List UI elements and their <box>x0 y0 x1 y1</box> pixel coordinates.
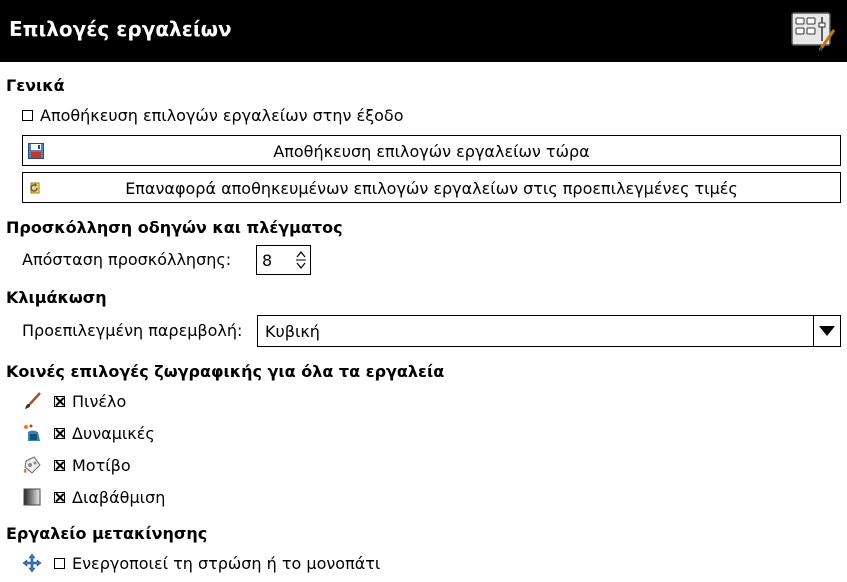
gradient-label: Διαβάθμιση <box>72 487 166 507</box>
reset-label: Επαναφορά αποθηκευμένων επιλογών εργαλεί… <box>125 179 738 198</box>
chevron-down-icon[interactable] <box>813 316 840 346</box>
paint-option-gradient-row[interactable]: Διαβάθμιση <box>22 487 165 507</box>
brush-checkbox[interactable] <box>54 395 65 407</box>
interpolation-label: Προεπιλεγμένη παρεμβολή: <box>22 321 243 340</box>
move-activate-label: Ενεργοποιεί τη στρώση ή το μονοπάτι <box>72 553 381 573</box>
brush-icon <box>25 392 41 409</box>
interpolation-select[interactable]: Κυβική <box>257 315 841 347</box>
reset-button[interactable]: Επαναφορά αποθηκευμένων επιλογών εργαλεί… <box>22 172 841 203</box>
section-move-tool-heading: Εργαλείο μετακίνησης <box>6 524 208 543</box>
spin-arrows-icon[interactable] <box>295 249 307 271</box>
save-on-exit-label: Αποθήκευση επιλογών εργαλείων στην έξοδο <box>40 106 404 125</box>
pattern-checkbox[interactable] <box>54 459 65 471</box>
gradient-checkbox[interactable] <box>54 491 65 503</box>
dynamics-checkbox[interactable] <box>54 427 65 439</box>
move-icon <box>22 553 42 573</box>
snap-distance-value[interactable]: 8 <box>262 251 272 270</box>
pattern-icon <box>23 456 41 474</box>
section-scaling-heading: Κλιμάκωση <box>6 288 107 307</box>
snap-distance-label: Απόσταση προσκόλλησης: <box>22 250 232 269</box>
section-general-heading: Γενικά <box>6 76 65 95</box>
snap-distance-row: Απόσταση προσκόλλησης: <box>22 250 231 269</box>
pattern-label: Μοτίβο <box>72 455 131 475</box>
paint-option-dynamics-row[interactable]: Δυναμικές <box>22 423 155 443</box>
interpolation-value: Κυβική <box>265 322 320 341</box>
header-bar: Επιλογές εργαλείων <box>0 0 847 62</box>
section-paint-options-heading: Κοινές επιλογές ζωγραφικής για όλα τα ερ… <box>6 362 445 381</box>
save-on-exit-row[interactable]: Αποθήκευση επιλογών εργαλείων στην έξοδο <box>22 106 404 125</box>
paint-option-brush-row[interactable]: Πινέλο <box>22 391 126 411</box>
section-snapping-heading: Προσκόλληση οδηγών και πλέγματος <box>6 218 343 237</box>
dynamics-icon <box>24 424 40 441</box>
tool-options-icon <box>791 12 836 52</box>
save-on-exit-checkbox[interactable] <box>22 110 33 121</box>
move-activate-row[interactable]: Ενεργοποιεί τη στρώση ή το μονοπάτι <box>22 553 380 573</box>
brush-label: Πινέλο <box>72 391 127 411</box>
save-now-label: Αποθήκευση επιλογών εργαλείων τώρα <box>273 142 590 161</box>
paint-option-pattern-row[interactable]: Μοτίβο <box>22 455 131 475</box>
move-activate-checkbox[interactable] <box>54 557 65 569</box>
interpolation-row: Προεπιλεγμένη παρεμβολή: <box>22 321 242 340</box>
gradient-icon <box>23 488 41 506</box>
save-now-button[interactable]: Αποθήκευση επιλογών εργαλείων τώρα <box>22 135 841 166</box>
page-title: Επιλογές εργαλείων <box>9 17 232 41</box>
snap-distance-spinbutton[interactable]: 8 <box>256 245 311 275</box>
dynamics-label: Δυναμικές <box>72 423 155 443</box>
